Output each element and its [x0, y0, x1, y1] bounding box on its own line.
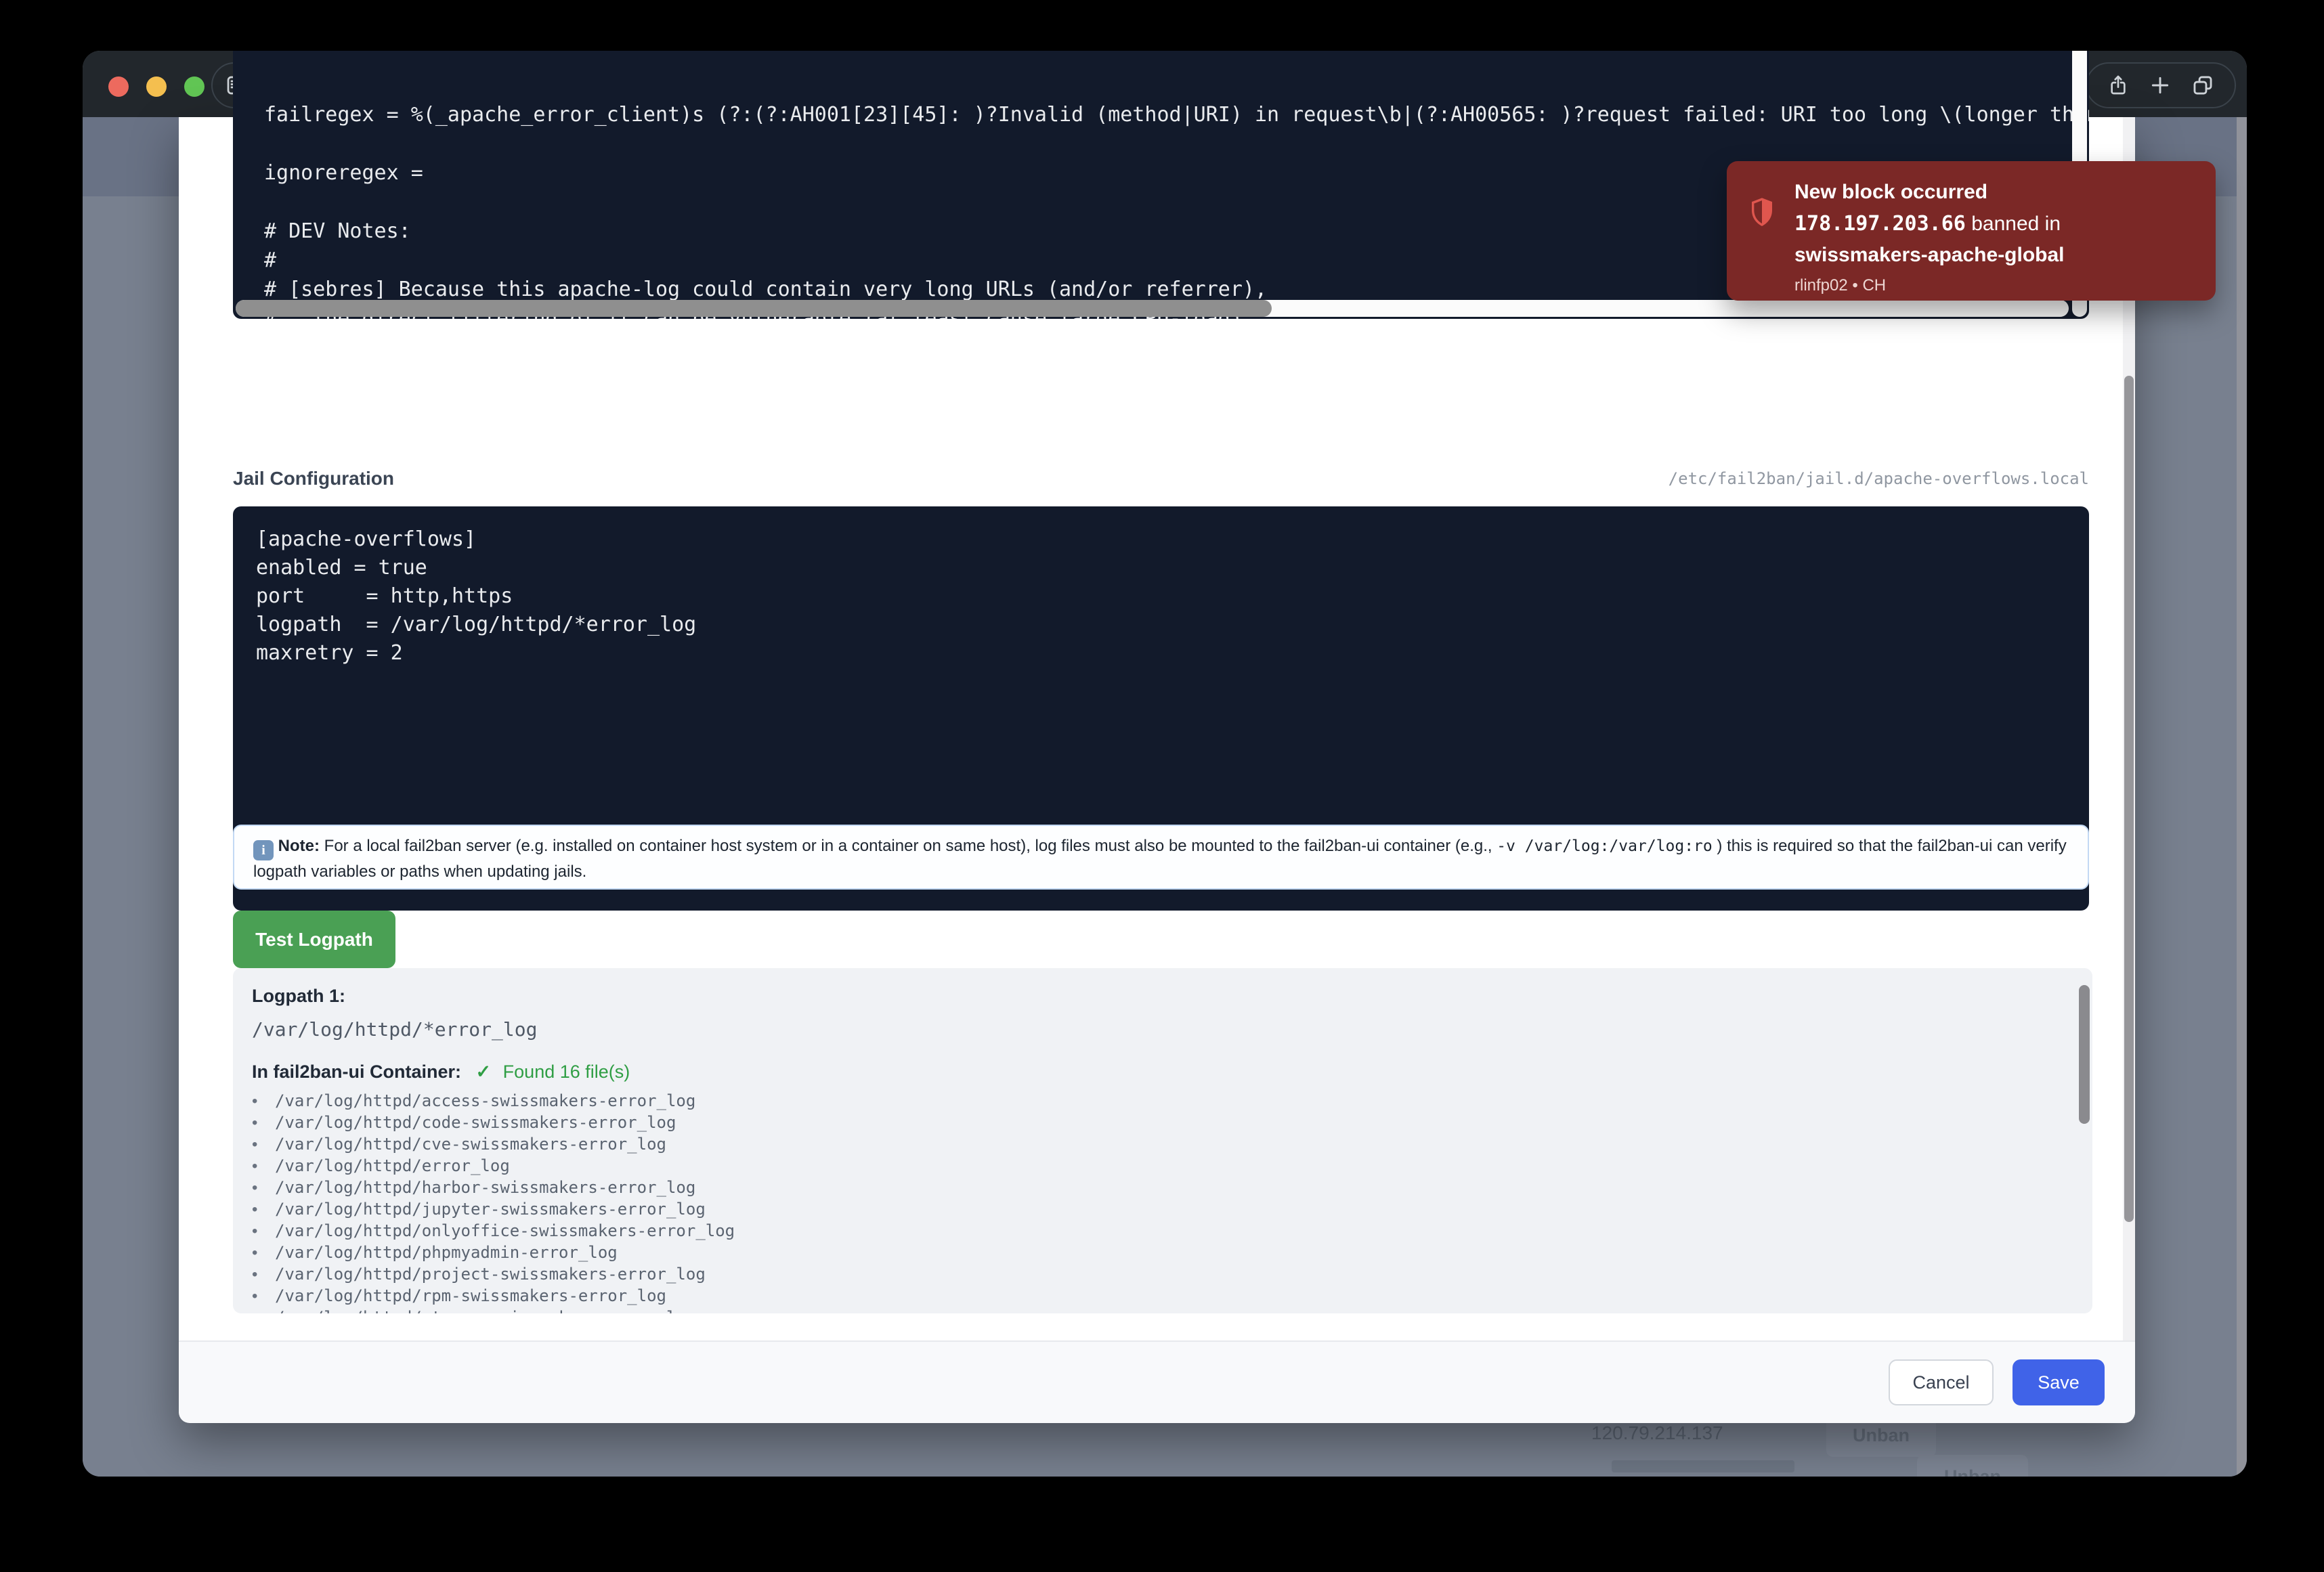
jail-config-header: Jail Configuration /etc/fail2ban/jail.d/…: [233, 462, 2089, 496]
list-item: •/var/log/httpd/rpm-swissmakers-error_lo…: [252, 1285, 2065, 1307]
jail-config-label: Jail Configuration: [233, 468, 394, 489]
new-block-toast[interactable]: New block occurred 178.197.203.66 banned…: [1727, 161, 2216, 301]
note-text-1: For a local fail2ban server (e.g. instal…: [320, 837, 1497, 855]
cancel-button[interactable]: Cancel: [1889, 1359, 1994, 1405]
test-logpath-button[interactable]: Test Logpath: [233, 911, 395, 968]
bullet-icon: •: [252, 1221, 275, 1242]
toast-jail: swissmakers-apache-global: [1794, 244, 2065, 266]
found-files-list: •/var/log/httpd/access-swissmakers-error…: [252, 1090, 2065, 1313]
note-code: -v /var/log:/var/log:ro: [1497, 837, 1713, 855]
tabs-icon[interactable]: [2191, 74, 2214, 97]
modal-scrollbar-thumb[interactable]: [2124, 376, 2134, 1222]
logpath-label: Logpath 1:: [252, 986, 345, 1007]
zoom-window-button[interactable]: [184, 77, 205, 97]
bullet-icon: •: [252, 1112, 275, 1134]
close-window-button[interactable]: [108, 77, 129, 97]
modal-scrollbar-track[interactable]: [2123, 117, 2135, 1340]
toast-title: New block occurred: [1794, 177, 2194, 207]
list-item: •/var/log/httpd/code-swissmakers-error_l…: [252, 1112, 2065, 1133]
save-button[interactable]: Save: [2013, 1359, 2105, 1405]
page-scrollbar[interactable]: [2237, 117, 2247, 1477]
list-item: •/var/log/httpd/cve-swissmakers-error_lo…: [252, 1133, 2065, 1155]
note-bold: Note:: [278, 837, 320, 855]
new-tab-icon[interactable]: [2149, 74, 2171, 96]
list-item: •/var/log/httpd/onlyoffice-swissmakers-e…: [252, 1220, 2065, 1242]
minimize-window-button[interactable]: [146, 77, 167, 97]
bullet-icon: •: [252, 1091, 275, 1112]
container-label: In fail2ban-ui Container:: [252, 1062, 461, 1082]
list-item: •/var/log/httpd/harbor-swissmakers-error…: [252, 1177, 2065, 1198]
bullet-icon: •: [252, 1177, 275, 1199]
window-controls: [108, 77, 205, 97]
list-item: •/var/log/httpd/jupyter-swissmakers-erro…: [252, 1198, 2065, 1220]
logpath-value: /var/log/httpd/*error_log: [252, 1018, 537, 1041]
edit-jail-modal: failregex = %(_apache_error_client)s (?:…: [179, 117, 2135, 1422]
logpath-test-results: Logpath 1: /var/log/httpd/*error_log In …: [233, 968, 2092, 1313]
shield-icon: [1748, 196, 1776, 232]
modal-footer: Cancel Save: [179, 1340, 2135, 1423]
container-result-line: In fail2ban-ui Container: ✓ Found 16 fil…: [252, 1062, 630, 1083]
check-icon: ✓: [476, 1062, 492, 1082]
browser-content: 120.79.214.137 Unban Unban failregex = %…: [83, 117, 2247, 1477]
toast-meta: rlinfp02 • CH: [1794, 276, 2194, 295]
toast-text: New block occurred 178.197.203.66 banned…: [1794, 177, 2194, 295]
banned-ip-cell: 120.79.214.137: [1591, 1422, 1723, 1444]
bullet-icon: •: [252, 1286, 275, 1307]
screenshot-canvas: fail2ban.swissmakers.corp A文: [0, 0, 2324, 1572]
bullet-icon: •: [252, 1156, 275, 1177]
toast-ip: 178.197.203.66: [1794, 212, 1966, 236]
jail-config-path: /etc/fail2ban/jail.d/apache-overflows.lo…: [1669, 469, 2089, 488]
found-count: Found 16 file(s): [503, 1062, 630, 1082]
toast-middle: banned in: [1966, 213, 2061, 235]
list-item: •/var/log/httpd/project-swissmakers-erro…: [252, 1263, 2065, 1285]
dimmed-ip-row: [1612, 1460, 1794, 1472]
list-item: •/var/log/httpd/phpmyadmin-error_log: [252, 1242, 2065, 1263]
bullet-icon: •: [252, 1134, 275, 1156]
results-scrollbar-thumb[interactable]: [2079, 985, 2090, 1124]
share-icon[interactable]: [2107, 74, 2129, 96]
filter-editor-horizontal-scrollbar[interactable]: [236, 300, 2069, 317]
jail-config-code[interactable]: [apache-overflows] enabled = true port =…: [256, 525, 696, 668]
bullet-icon: •: [252, 1307, 275, 1313]
bullet-icon: •: [252, 1242, 275, 1264]
list-item: •/var/log/httpd/access-swissmakers-error…: [252, 1090, 2065, 1112]
filter-editor-hscroll-thumb[interactable]: [236, 300, 1272, 317]
unban-button[interactable]: Unban: [1917, 1455, 2028, 1477]
list-item: •/var/log/httpd/stream-swissmakers-error…: [252, 1307, 2065, 1313]
bullet-icon: •: [252, 1264, 275, 1286]
browser-window: fail2ban.swissmakers.corp A文: [83, 51, 2247, 1477]
toast-body: 178.197.203.66 banned in swissmakers-apa…: [1794, 209, 2194, 271]
list-item: •/var/log/httpd/error_log: [252, 1155, 2065, 1177]
info-icon: i: [253, 840, 274, 860]
mount-note: i Note: For a local fail2ban server (e.g…: [233, 825, 2089, 890]
bullet-icon: •: [252, 1199, 275, 1221]
toolbar-right-group: [2086, 62, 2236, 108]
